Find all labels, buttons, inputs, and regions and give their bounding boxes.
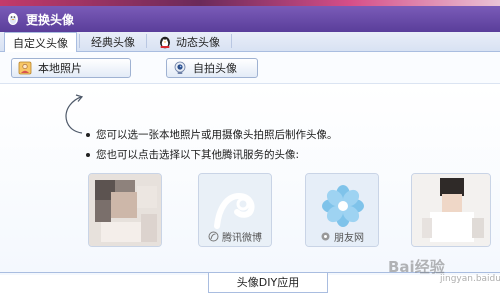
info-line-2: 您也可以点击选择以下其他腾讯服务的头像: <box>86 147 299 162</box>
bullet-icon <box>86 132 90 137</box>
tab-dynamic-avatar[interactable]: 动态头像 <box>149 32 229 51</box>
weibo-caption-text: 腾讯微博 <box>222 233 262 244</box>
watermark-subtext: jingyan.baidu.com <box>440 274 500 284</box>
selfie-button[interactable]: 自拍头像 <box>166 58 258 78</box>
main-content: 您可以选一张本地照片或用摄像头拍照后制作头像。 您也可以点击选择以下其他腾讯服务… <box>0 85 500 275</box>
service-caption: 腾讯微博 <box>199 229 271 244</box>
service-avatar-list: 腾讯微博 朋友网 <box>0 173 500 248</box>
selfie-label: 自拍头像 <box>193 62 237 75</box>
window-title: 更换头像 <box>26 12 75 27</box>
info-text-1: 您可以选一张本地照片或用摄像头拍照后制作头像。 <box>96 129 338 141</box>
local-photo-label: 本地照片 <box>38 62 82 75</box>
pengyou-caption-text: 朋友网 <box>334 233 364 244</box>
service-avatar-card[interactable] <box>411 173 491 247</box>
tab-label: 经典头像 <box>91 36 135 49</box>
service-caption: 朋友网 <box>306 229 378 244</box>
webcam-icon <box>173 61 187 75</box>
tencent-weibo-card[interactable]: 腾讯微博 <box>198 173 272 247</box>
weibo-small-icon <box>208 231 219 242</box>
tab-divider <box>231 34 232 48</box>
qq-penguin-icon <box>6 12 20 26</box>
penguin-icon <box>158 35 172 49</box>
photo-icon <box>18 61 32 75</box>
info-line-1: 您可以选一张本地照片或用摄像头拍照后制作头像。 <box>86 127 338 142</box>
toolbar: 本地照片 自拍头像 <box>0 52 500 84</box>
info-text-2: 您也可以点击选择以下其他腾讯服务的头像: <box>96 149 300 161</box>
tab-divider <box>146 34 147 48</box>
pengyou-card[interactable]: 朋友网 <box>305 173 379 247</box>
watermark-text: Bai经验 <box>388 258 445 276</box>
blurred-avatar-image <box>89 174 161 246</box>
local-photo-button[interactable]: 本地照片 <box>11 58 131 78</box>
tab-label: 自定义头像 <box>13 36 68 50</box>
blurred-avatar-image <box>412 174 490 246</box>
title-bar: 更换头像 <box>0 6 500 32</box>
avatar-diy-app-tab[interactable]: 头像DIY应用 <box>208 273 328 293</box>
bullet-icon <box>86 152 90 157</box>
pengyou-small-icon <box>320 231 331 242</box>
tab-custom-avatar[interactable]: 自定义头像 <box>4 32 77 52</box>
baidu-jingyan-watermark: Bai经验 jingyan.baidu.com <box>388 256 500 284</box>
tab-label: 动态头像 <box>176 36 220 49</box>
service-avatar-card[interactable] <box>88 173 162 247</box>
tab-classic-avatar[interactable]: 经典头像 <box>82 32 144 51</box>
tab-divider <box>79 34 80 48</box>
tab-bar: 自定义头像 经典头像 动态头像 <box>0 32 500 52</box>
